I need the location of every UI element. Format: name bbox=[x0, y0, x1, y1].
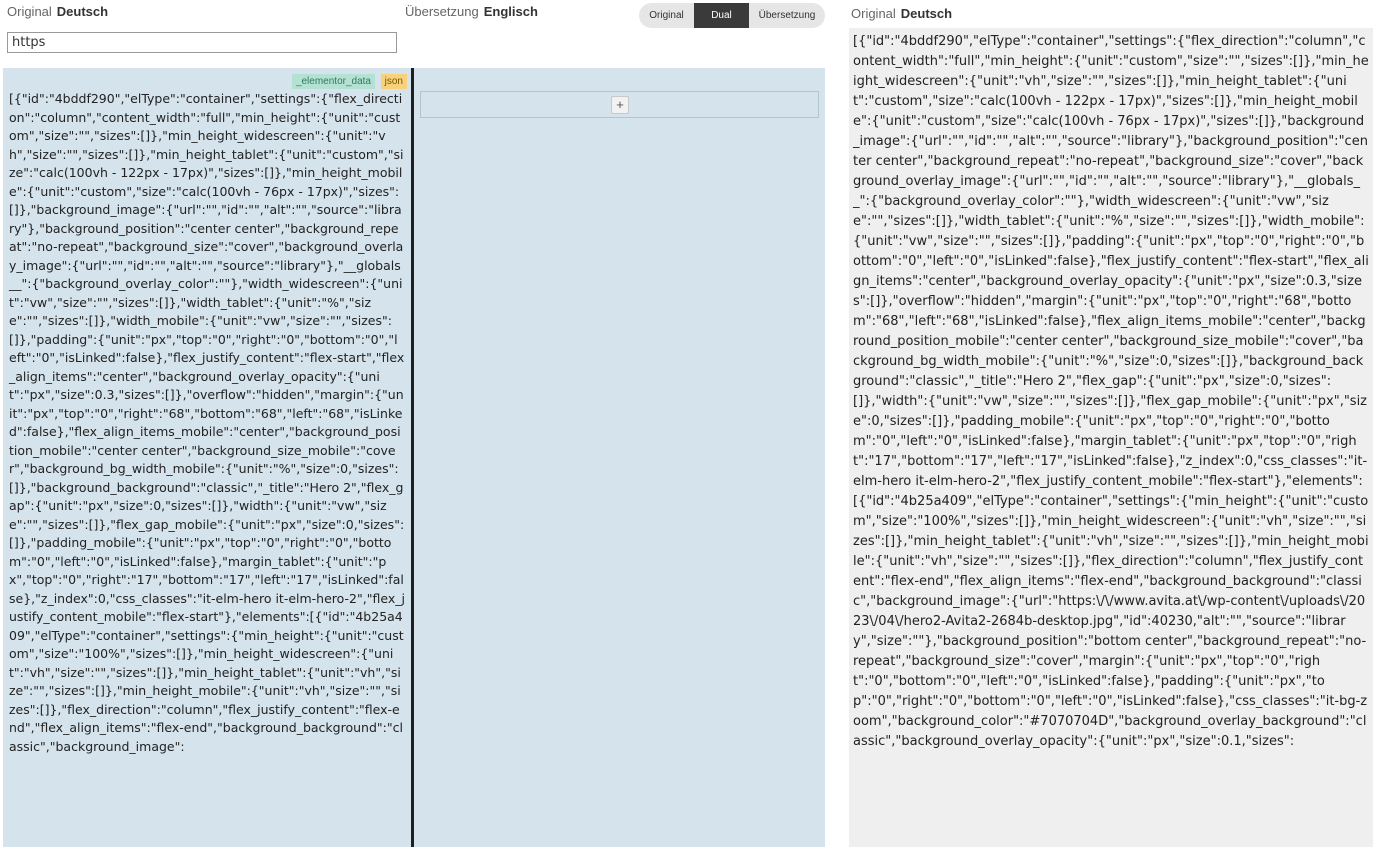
add-translation-button[interactable]: + bbox=[611, 96, 629, 114]
dual-edit-panel: _elementor_data json [{"id":"4bddf290","… bbox=[3, 68, 825, 847]
field-type-badge: json bbox=[380, 74, 407, 89]
translation-label: Übersetzung bbox=[405, 4, 479, 19]
original-language-header: Original Deutsch bbox=[7, 4, 108, 19]
original-language: Deutsch bbox=[56, 4, 109, 19]
search-input[interactable] bbox=[7, 32, 397, 53]
right-original-header: Original Deutsch bbox=[851, 6, 952, 21]
view-original-button[interactable]: Original bbox=[639, 3, 694, 28]
original-preview-text: [{"id":"4bddf290","elType":"container","… bbox=[853, 34, 1369, 749]
view-translation-button[interactable]: Übersetzung bbox=[749, 3, 825, 28]
right-original-label: Original bbox=[851, 6, 896, 21]
translation-field-row[interactable]: + bbox=[420, 91, 819, 118]
original-text-column: _elementor_data json [{"id":"4bddf290","… bbox=[3, 68, 411, 847]
original-label: Original bbox=[7, 4, 52, 19]
field-name-badge: _elementor_data bbox=[291, 74, 375, 89]
view-dual-button[interactable]: Dual bbox=[694, 3, 749, 28]
column-divider bbox=[411, 68, 414, 847]
original-preview-panel: [{"id":"4bddf290","elType":"container","… bbox=[849, 28, 1373, 847]
translation-language-header: Übersetzung Englisch bbox=[405, 4, 538, 19]
original-field-text[interactable]: [{"id":"4bddf290","elType":"container","… bbox=[9, 90, 405, 756]
translation-language: Englisch bbox=[483, 4, 538, 19]
view-mode-toggle: Original Dual Übersetzung bbox=[639, 3, 825, 28]
right-original-language: Deutsch bbox=[900, 6, 953, 21]
